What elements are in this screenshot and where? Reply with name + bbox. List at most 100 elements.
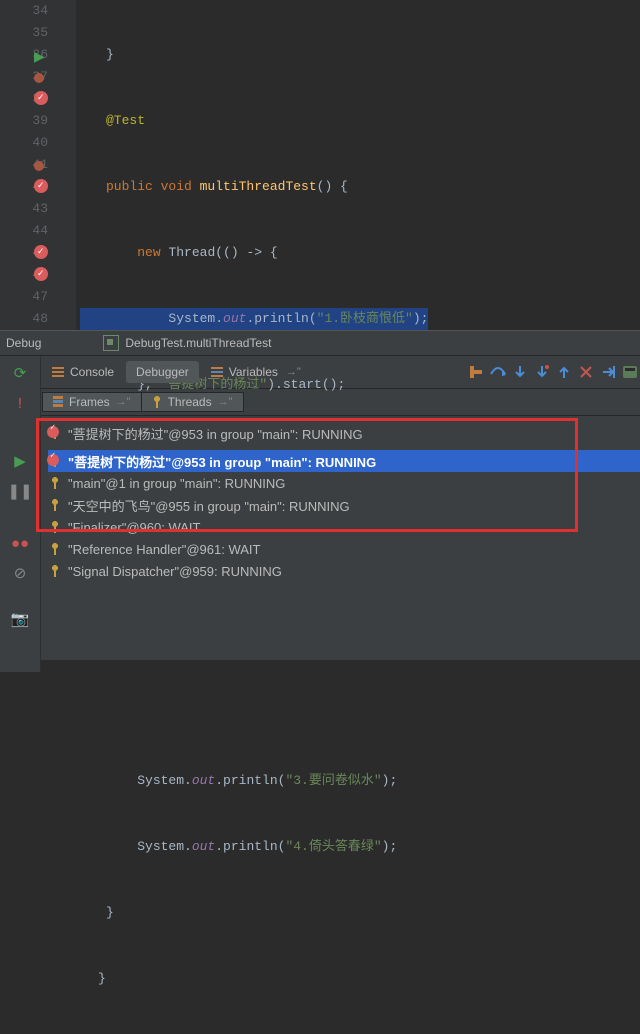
thread-label: "Finalizer"@960: WAIT [68,520,200,535]
rerun-button[interactable]: ⟳ [9,362,31,384]
breakpoint-icon[interactable] [34,267,48,281]
tab-variables[interactable]: Variables →" [201,361,311,383]
threads-panel: ⟳ ! ▶ ❚❚ ●● ⊘ 📷 "菩提树下的杨过"@953 in group "… [0,416,640,660]
thread-row[interactable]: "天空中的飞鸟"@955 in group "main": RUNNING [48,494,640,516]
code-token: } [106,905,114,920]
debug-left-rail: ⟳ ! ▶ ❚❚ ●● ⊘ 📷 [0,356,41,672]
code-token: void [161,179,200,194]
code-token: .println( [246,311,316,326]
line-number: 48 [32,308,48,330]
tab-arrow: →" [286,366,301,378]
evaluate-expression-button[interactable] [620,362,640,382]
tab-console[interactable]: Console [42,361,124,383]
thread-row[interactable]: "Reference Handler"@961: WAIT [48,538,640,560]
thread-row[interactable]: "Finalizer"@960: WAIT [48,516,640,538]
line-number: 34 [32,0,48,22]
step-over-button[interactable] [488,362,508,382]
line-number: 40 [32,132,48,154]
code-token: .println( [215,839,285,854]
line-number: 43 [32,198,48,220]
view-breakpoints-button[interactable]: ●● [9,532,31,554]
code-token: ); [382,839,398,854]
thread-icon [50,521,60,533]
code-token: out [192,839,215,854]
code-token: System. [137,773,192,788]
thread-label: "main"@1 in group "main": RUNNING [68,476,285,491]
code-token: multiThreadTest [200,179,317,194]
line-number: 39 [32,110,48,132]
line-number: 35 [32,22,48,44]
tab-label: Frames [69,395,110,409]
code-token: } [106,47,114,62]
line-number: 47 [32,286,48,308]
thread-row[interactable]: "Signal Dispatcher"@959: RUNNING [48,560,640,582]
force-step-into-button[interactable] [532,362,552,382]
thread-row[interactable]: "菩提树下的杨过"@953 in group "main": RUNNING [48,450,640,472]
drop-frame-button[interactable] [576,362,596,382]
pause-button[interactable]: ❚❚ [9,480,31,502]
code-token: } [98,971,106,986]
code-token: new [137,245,168,260]
step-out-button[interactable] [554,362,574,382]
code-area[interactable]: } @Test public void multiThreadTest() { … [76,0,428,330]
threads-list[interactable]: "菩提树下的杨过"@953 in group "main": RUNNING "… [0,416,640,582]
lambda-gutter-icon[interactable] [34,73,44,83]
debug-label: Debug [6,336,41,350]
threads-icon [152,396,162,408]
code-token: () { [317,179,348,194]
breakpoint-icon[interactable] [34,179,48,193]
tab-label: Debugger [136,365,189,379]
lambda-gutter-icon[interactable] [34,161,44,171]
thread-label: "Signal Dispatcher"@959: RUNNING [68,564,282,579]
thread-label: "菩提树下的杨过"@953 in group "main": RUNNING [68,424,363,443]
code-token: ); [382,773,398,788]
tab-label: Variables [229,365,278,379]
code-token: Thread(() -> { [168,245,277,260]
breakpoint-icon[interactable] [34,245,48,259]
code-token: ); [413,311,429,326]
tab-arrow: →" [116,396,131,408]
thread-row[interactable]: "菩提树下的杨过"@953 in group "main": RUNNING [48,422,640,444]
debug-config-icon [103,335,119,351]
code-token: "4.倚头答春绿" [285,839,381,854]
code-token: .println( [215,773,285,788]
frames-icon [53,396,63,408]
breakpoint-icon [47,454,59,466]
thread-label: "Reference Handler"@961: WAIT [68,542,260,557]
thread-icon [50,565,60,577]
tab-frames[interactable]: Frames →" [42,392,142,412]
show-execution-point-button[interactable] [466,362,486,382]
resume-button[interactable]: ▶ [9,450,31,472]
code-token: @Test [106,113,145,128]
code-token: System. [137,839,192,854]
mute-breakpoints-button[interactable]: ⊘ [9,562,31,584]
thread-label: "天空中的飞鸟"@955 in group "main": RUNNING [68,496,350,515]
code-token: out [192,773,215,788]
console-icon [52,367,64,377]
thread-label: "菩提树下的杨过"@953 in group "main": RUNNING [68,452,376,471]
run-to-cursor-button[interactable] [598,362,618,382]
code-editor[interactable]: 34 35 ▶36 37 38 39 40 41 42 43 44 45 46 … [0,0,640,330]
step-into-button[interactable] [510,362,530,382]
debug-run-config: DebugTest.multiThreadTest [125,336,271,350]
line-number: 44 [32,220,48,242]
settings-button[interactable]: 📷 [9,608,31,630]
breakpoint-icon [47,426,59,438]
variables-icon [211,367,223,377]
tab-debugger[interactable]: Debugger [126,361,199,383]
code-token: "3.要问卷似水" [285,773,381,788]
code-token: System. [168,311,223,326]
gutter: 34 35 ▶36 37 38 39 40 41 42 43 44 45 46 … [0,0,76,330]
thread-row[interactable]: "main"@1 in group "main": RUNNING [48,472,640,494]
breakpoint-icon[interactable] [34,91,48,105]
thread-icon [50,477,60,489]
tab-label: Console [70,365,114,379]
code-token: out [223,311,246,326]
tab-arrow: →" [218,396,233,408]
code-token: "1.卧枝商恨低" [317,311,413,326]
tab-threads[interactable]: Threads →" [141,392,244,412]
thread-icon [50,543,60,555]
stop-button[interactable]: ! [9,392,31,414]
tab-label: Threads [168,395,212,409]
code-token: public [106,179,161,194]
